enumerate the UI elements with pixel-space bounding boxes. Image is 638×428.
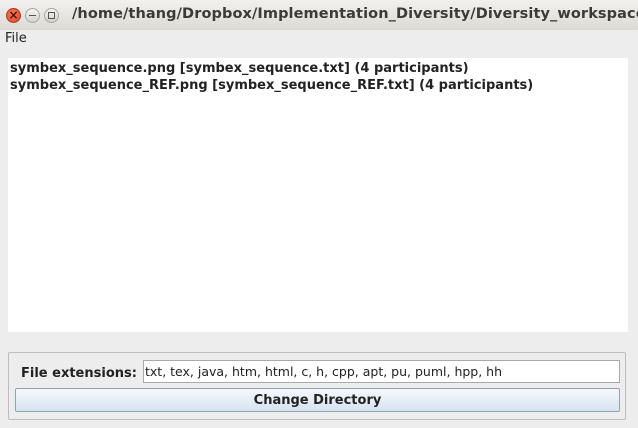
window-title: /home/thang/Dropbox/Implementation_Diver… <box>72 6 638 22</box>
menu-file[interactable]: File <box>5 31 27 46</box>
minimize-window-icon[interactable] <box>25 8 40 23</box>
file-list[interactable]: symbex_sequence.png [symbex_sequence.txt… <box>8 58 628 332</box>
application-window: /home/thang/Dropbox/Implementation_Diver… <box>0 0 638 428</box>
list-item[interactable]: symbex_sequence_REF.png [symbex_sequence… <box>10 78 533 93</box>
menu-bar: File <box>0 30 638 48</box>
list-item[interactable]: symbex_sequence.png [symbex_sequence.txt… <box>10 61 469 76</box>
file-extensions-input[interactable] <box>143 360 620 383</box>
file-extensions-label: File extensions: <box>21 366 137 381</box>
title-bar[interactable]: /home/thang/Dropbox/Implementation_Diver… <box>0 0 638 31</box>
change-directory-button[interactable]: Change Directory <box>15 388 620 412</box>
close-window-icon[interactable] <box>6 8 21 23</box>
maximize-window-icon[interactable] <box>44 8 59 23</box>
controls-panel: File extensions: Change Directory <box>8 352 626 420</box>
